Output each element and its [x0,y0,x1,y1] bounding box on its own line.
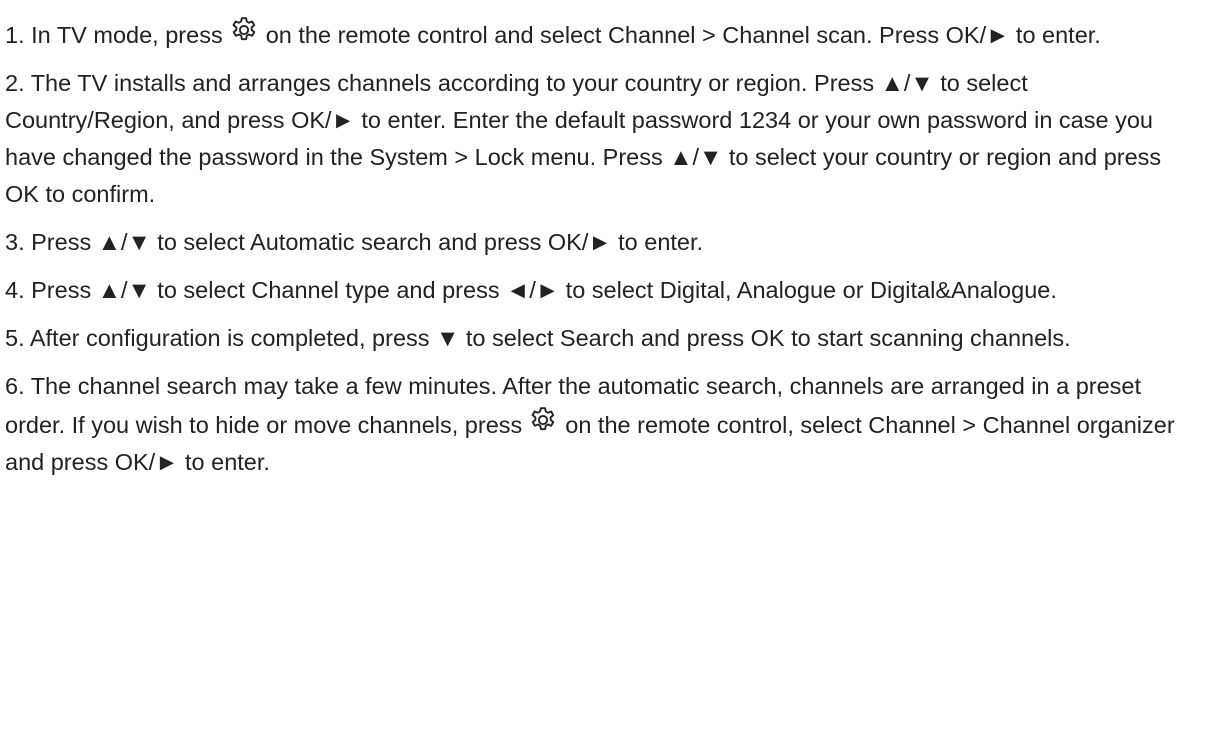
gear-icon [528,405,558,435]
instructions-document: 1. In TV mode, press on the remote contro… [5,15,1201,492]
step-1-text-after-icon: on the remote control and select Channel… [265,22,1101,48]
step-2: 2. The TV installs and arranges channels… [5,70,1162,207]
step-1-text-before-icon: 1. In TV mode, press [5,22,223,48]
step-6: 6. The channel search may take a few min… [5,368,1201,481]
step-4: 4. Press ▲/▼ to select Channel type and … [5,277,1057,303]
step-5: 5. After configuration is completed, pre… [5,325,1071,351]
step-1: 1. In TV mode, press on the remote contro… [5,15,1201,54]
step-3: 3. Press ▲/▼ to select Automatic search … [5,229,704,255]
gear-icon [229,15,259,45]
